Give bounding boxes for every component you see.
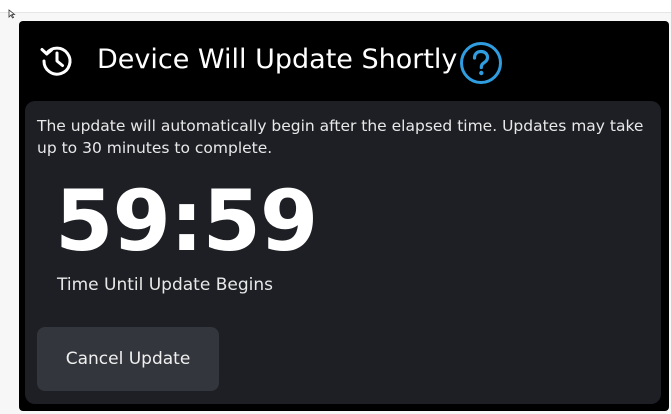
screen: Device Will Update Shortly The update wi… xyxy=(0,0,671,414)
countdown-label: Time Until Update Begins xyxy=(57,275,273,295)
dialog-content: The update will automatically begin afte… xyxy=(25,101,661,404)
update-description: The update will automatically begin afte… xyxy=(37,117,644,157)
help-question-icon[interactable] xyxy=(459,41,503,85)
clock-refresh-icon xyxy=(40,46,72,76)
countdown-timer: 59:59 xyxy=(55,172,318,270)
top-strip xyxy=(0,0,671,13)
dialog-header: Device Will Update Shortly xyxy=(19,21,669,99)
dialog-title: Device Will Update Shortly xyxy=(97,44,458,75)
mouse-cursor-icon xyxy=(8,9,16,19)
cancel-update-button[interactable]: Cancel Update xyxy=(37,327,219,391)
update-dialog: Device Will Update Shortly The update wi… xyxy=(19,21,669,411)
